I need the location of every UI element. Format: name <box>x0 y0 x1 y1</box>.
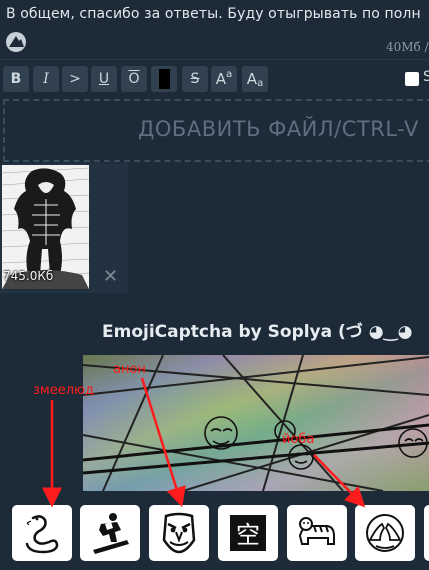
subscript-small: a <box>257 77 264 89</box>
spoiler-button[interactable] <box>151 66 177 92</box>
remove-attachment-icon[interactable]: ✕ <box>103 268 118 286</box>
captcha-option-snowboarder[interactable] <box>80 505 140 561</box>
dropzone-label: ДОБАВИТЬ ФАЙЛ/CTRL-V <box>138 117 419 141</box>
overline-button[interactable]: O <box>121 66 147 92</box>
captcha-option-tiger[interactable] <box>287 505 347 561</box>
captcha-option-snake[interactable] <box>12 505 72 561</box>
italic-button[interactable]: I <box>33 66 59 92</box>
captcha-option-palms[interactable] <box>355 505 415 561</box>
file-size-limit: 40Мб / 4 <box>386 40 429 54</box>
tengu-mask-icon <box>162 512 196 554</box>
superscript-button[interactable]: Aa <box>211 66 237 92</box>
sage-label: S <box>423 69 429 85</box>
captcha-option-tengu[interactable] <box>149 505 209 561</box>
attachment-preview: 745.0Кб ✕ <box>0 163 128 293</box>
spoiler-square-icon <box>158 69 170 89</box>
snake-icon <box>25 515 59 554</box>
captcha-title: EmojiCaptcha by Soplya (づ ◕‿◕ <box>102 322 413 342</box>
snowboarder-icon <box>93 513 129 554</box>
snake-annotation: змеелюд <box>33 383 94 398</box>
palms-up-icon <box>366 514 404 552</box>
quote-button[interactable]: > <box>62 66 88 92</box>
tiger-icon <box>298 517 335 545</box>
kanji-glyph: 空 <box>236 521 260 549</box>
superscript-small: a <box>226 68 233 80</box>
underline-button[interactable]: U <box>91 66 117 92</box>
markup-toolbar: B I > U O S Aa Aa S <box>0 66 429 94</box>
divider <box>0 59 429 60</box>
message-preview: В общем, спасибо за ответы. Буду отыгрыв… <box>0 0 429 60</box>
file-dropzone[interactable]: ДОБАВИТЬ ФАЙЛ/CTRL-V <box>3 99 429 162</box>
sage-checkbox[interactable] <box>405 72 419 86</box>
subscript-big: A <box>246 70 258 88</box>
bold-button[interactable]: B <box>3 66 29 92</box>
captcha-options: 空 <box>12 505 429 561</box>
attachment-size: 745.0Кб <box>3 269 54 283</box>
captcha-option-kanji[interactable]: 空 <box>218 505 278 561</box>
strikethrough-button[interactable]: S <box>182 66 208 92</box>
yoba-annotation: йоба <box>282 432 315 447</box>
kanji-empty-icon: 空 <box>230 515 266 551</box>
message-text: В общем, спасибо за ответы. Буду отыгрыв… <box>6 6 421 22</box>
superscript-big: A <box>215 70 227 88</box>
captcha-option-partial[interactable] <box>424 505 429 561</box>
subscript-button[interactable]: Aa <box>242 66 268 92</box>
board-logo-icon[interactable] <box>5 31 27 53</box>
anon-annotation: анон <box>113 362 146 377</box>
